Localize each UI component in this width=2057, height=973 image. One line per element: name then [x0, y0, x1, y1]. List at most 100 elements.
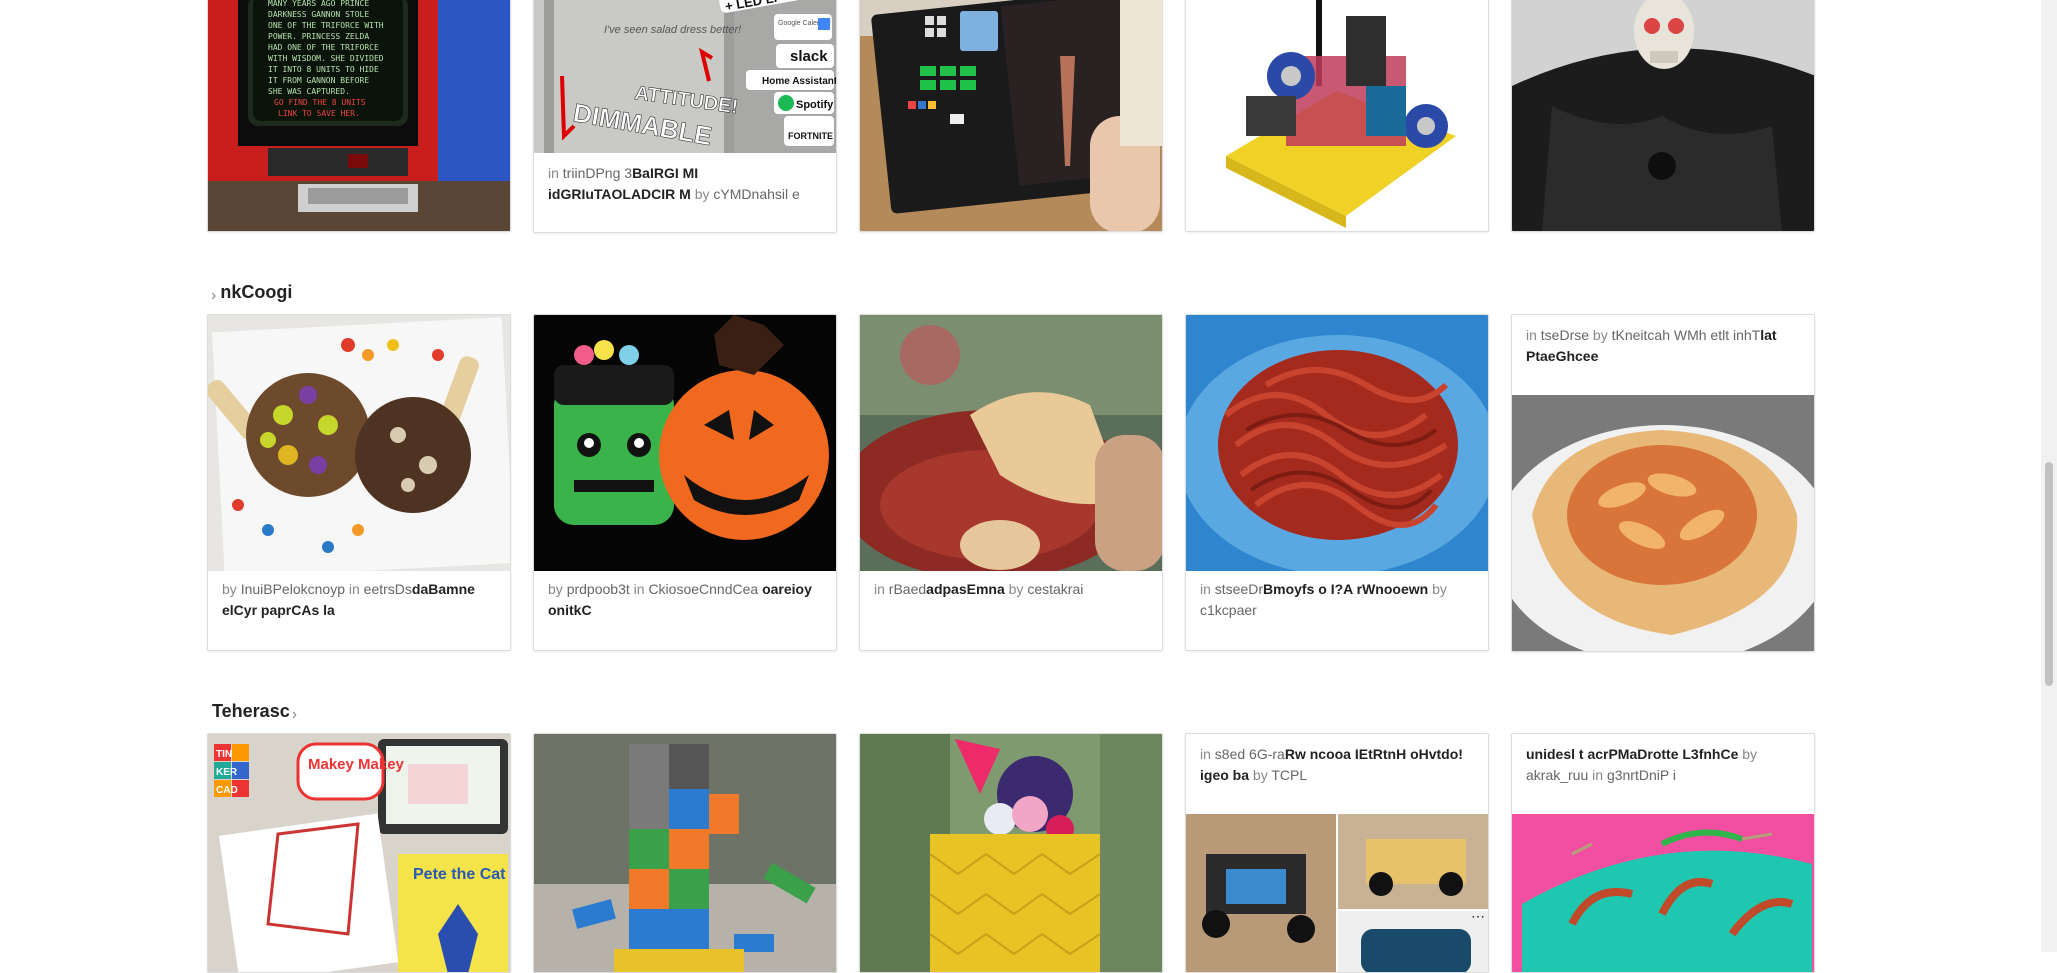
project-card-skeleton[interactable]	[1511, 0, 1815, 232]
project-card-empanada[interactable]: in rBaedadpasEmna by cestakrai	[859, 314, 1163, 651]
project-card-block-tower[interactable]	[533, 733, 837, 973]
card-meta: in triinDPng 3BaIRGI MI idGRIuTAOLADCIR …	[534, 163, 836, 205]
card-author-link[interactable]: prdpoob3t	[567, 581, 630, 597]
screen-text-line: DARKNESS GANNON STOLE	[268, 10, 369, 19]
project-card-book-console[interactable]	[859, 0, 1163, 232]
card-category-link[interactable]: stseeDr	[1215, 581, 1263, 597]
by-word: by	[1432, 581, 1447, 597]
screen-text-line: HAD ONE OF THE TRIFORCE	[268, 43, 379, 52]
card-category-link[interactable]: tseDrse	[1541, 327, 1589, 343]
card-title-link[interactable]: unidesl t acrPMaDrotte L3fnhCe	[1526, 746, 1738, 762]
tinkercad-logo: KER	[216, 767, 238, 778]
in-word: in	[1592, 767, 1604, 783]
screen-text-line: POWER. PRINCESS ZELDA	[268, 32, 369, 41]
screen-text-line: LINK TO SAVE HER.	[278, 109, 360, 118]
in-word: in	[348, 581, 360, 597]
card-category-link[interactable]: CkiosoeCnndCea	[648, 581, 758, 597]
project-card-caramel-apples[interactable]: by InuiBPelokcnoyp in eetrsDsdaBamne elC…	[207, 314, 511, 651]
slack-logo: slack	[790, 48, 828, 65]
project-image[interactable]: I've seen salad dress better! ATTITUDE! …	[534, 0, 836, 153]
by-word: by	[222, 581, 237, 597]
chevron-right-icon: ›	[211, 287, 217, 304]
in-word: in	[548, 165, 559, 181]
card-meta: by prdpoob3t in CkiosoeCnndCea oareioy o…	[534, 579, 836, 621]
project-card-retro-arcade[interactable]: MANY YEARS AGO PRINCE DARKNESS GANNON ST…	[207, 0, 511, 232]
project-card-laser-clutch[interactable]: unidesl t acrPMaDrotte L3fnhCe by akrak_…	[1511, 733, 1815, 973]
card-category-link[interactable]: triinDPng 3	[563, 165, 632, 181]
screen-text-line: GO FIND THE 8 UNITS	[274, 98, 366, 107]
screen-text-line: IT FROM GANNON BEFORE	[268, 76, 369, 85]
card-title-link[interactable]: adpasEmna	[926, 581, 1005, 597]
project-card-robot-kit[interactable]	[1185, 0, 1489, 232]
card-meta: in stseeDrBmoyfs o I?A rWnooewn by c1kcp…	[1186, 579, 1488, 621]
project-image[interactable]	[208, 315, 510, 571]
more-options-icon[interactable]: ⋯	[1471, 908, 1485, 924]
by-word: by	[694, 186, 710, 202]
tinkercad-logo: TIN	[216, 749, 232, 760]
spotify-logo: Spotify	[796, 99, 834, 111]
card-meta: in tseDrse by tKneitcah WMh etlt inhTlat…	[1512, 325, 1814, 367]
screen-text-line: MANY YEARS AGO PRINCE	[268, 0, 369, 8]
card-category-link[interactable]: eetrsDs	[364, 581, 412, 597]
screen-text-line: SHE WAS CAPTURED.	[268, 87, 350, 96]
by-word: by	[548, 581, 563, 597]
by-word: by	[1252, 767, 1268, 783]
project-image[interactable]	[534, 315, 836, 571]
card-meta: in s8ed 6G-raRw ncooa IEtRtnH oHvtdo! ig…	[1186, 744, 1488, 786]
screen-text-line: IT INTO 8 UNITS TO HIDE	[268, 65, 379, 74]
in-word: in	[1200, 746, 1211, 762]
project-image[interactable]	[534, 734, 836, 972]
project-image[interactable]	[1512, 395, 1814, 651]
project-card-makey-makey[interactable]: TIN KER CAD Makey Makey Pete the Cat	[207, 733, 511, 973]
by-word: by	[1742, 746, 1758, 762]
project-card-monster-cakes[interactable]: by prdpoob3t in CkiosoeCnndCea oareioy o…	[533, 314, 837, 651]
project-image[interactable]: MANY YEARS AGO PRINCE DARKNESS GANNON ST…	[208, 0, 510, 231]
in-word: in	[874, 581, 885, 597]
screen-text-line: WITH WISDOM. SHE DIVIDED	[268, 54, 384, 63]
scrollbar-thumb[interactable]	[2045, 462, 2053, 686]
tinkercad-logo: CAD	[216, 785, 238, 796]
section-title-2[interactable]: Teherasc ›	[212, 701, 298, 723]
card-author-link[interactable]: tKneitcah WMh etlt inhT	[1612, 327, 1761, 343]
card-author-link[interactable]: cestakrai	[1027, 581, 1083, 597]
fortnite-logo: FORTNITE	[788, 131, 833, 141]
project-image[interactable]	[1186, 0, 1488, 231]
card-category-link[interactable]: rBaed	[889, 581, 926, 597]
project-image[interactable]	[1186, 315, 1488, 571]
card-category-link[interactable]: g3nrtDniP i	[1607, 767, 1676, 783]
in-word: in	[633, 581, 645, 597]
card-category-link[interactable]: s8ed 6G-ra	[1215, 746, 1285, 762]
makey-makey-logo: Makey Makey	[308, 756, 405, 773]
project-image[interactable]	[860, 0, 1162, 231]
page-scrollbar[interactable]	[2041, 0, 2057, 952]
chevron-right-icon: ›	[291, 706, 298, 723]
section-title-1[interactable]: › nkCoogi	[211, 282, 292, 304]
home-assistant-logo: Home Assistant	[762, 76, 836, 87]
in-word: in	[1200, 581, 1211, 597]
card-author-link[interactable]: akrak_ruu	[1526, 767, 1588, 783]
project-image[interactable]	[1512, 814, 1814, 972]
card-author-link[interactable]: TCPL	[1271, 767, 1307, 783]
section-title-label[interactable]: nkCoogi	[220, 282, 292, 302]
project-card-geometric-vase[interactable]	[859, 733, 1163, 973]
in-word: in	[1526, 327, 1537, 343]
card-meta: in rBaedadpasEmna by cestakrai	[860, 579, 1162, 600]
card-author-link[interactable]: cYMDnahsil e	[713, 186, 799, 202]
project-image[interactable]	[860, 315, 1162, 571]
project-card-galette[interactable]: in tseDrse by tKneitcah WMh etlt inhTlat…	[1511, 314, 1815, 652]
project-image[interactable]: TIN KER CAD Makey Makey Pete the Cat	[208, 734, 510, 972]
project-image[interactable]: ⋯	[1186, 814, 1488, 972]
sign-note: I've seen salad dress better!	[604, 24, 741, 36]
project-card-robot-cars[interactable]: in s8ed 6G-raRw ncooa IEtRtnH oHvtdo! ig…	[1185, 733, 1489, 973]
card-author-link[interactable]: c1kcpaer	[1200, 602, 1257, 618]
project-card-gummy-worms[interactable]: in stseeDrBmoyfs o I?A rWnooewn by c1kcp…	[1185, 314, 1489, 651]
by-word: by	[1592, 327, 1608, 343]
section-title-label[interactable]: Teherasc	[212, 701, 290, 721]
card-author-link[interactable]: InuiBPelokcnoyp	[241, 581, 345, 597]
project-card-smart-sign[interactable]: I've seen salad dress better! ATTITUDE! …	[533, 0, 837, 233]
screen-text-line: ONE OF THE TRIFORCE WITH	[268, 21, 384, 30]
by-word: by	[1008, 581, 1024, 597]
project-image[interactable]	[1512, 0, 1814, 231]
project-image[interactable]	[860, 734, 1162, 972]
card-title-link[interactable]: Bmoyfs o I?A rWnooewn	[1263, 581, 1428, 597]
